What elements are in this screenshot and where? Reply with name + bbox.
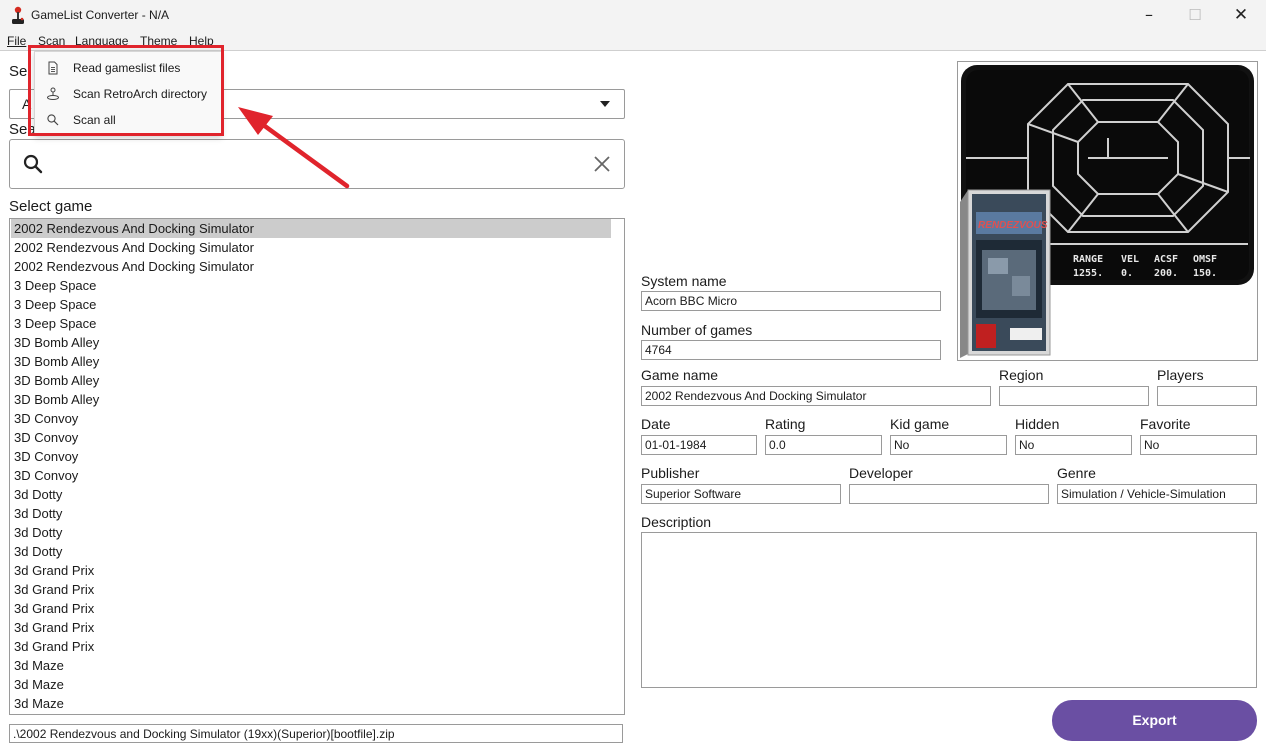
minimize-button[interactable]: – bbox=[1126, 0, 1172, 32]
search-input[interactable] bbox=[9, 139, 625, 189]
num-games-label: Number of games bbox=[641, 322, 753, 338]
game-image: RANGE VEL ACSF OMSF 1255. 0. 200. 150. R… bbox=[957, 61, 1258, 361]
system-name-field[interactable]: Acorn BBC Micro bbox=[641, 291, 941, 311]
game-list-item[interactable]: 3D Convoy bbox=[11, 409, 611, 428]
publisher-field[interactable]: Superior Software bbox=[641, 484, 841, 504]
hud-header-omsf: OMSF bbox=[1193, 254, 1217, 265]
hidden-label: Hidden bbox=[1015, 416, 1060, 432]
game-list-item[interactable]: 3d Grand Prix bbox=[11, 561, 611, 580]
game-list-item[interactable]: 3d Maze bbox=[11, 675, 611, 694]
rating-field[interactable]: 0.0 bbox=[765, 435, 882, 455]
window-title: GameList Converter - N/A bbox=[31, 8, 170, 22]
system-name-label: System name bbox=[641, 273, 727, 289]
genre-field[interactable]: Simulation / Vehicle-Simulation bbox=[1057, 484, 1257, 504]
game-screenshot: RANGE VEL ACSF OMSF 1255. 0. 200. 150. R… bbox=[960, 65, 1254, 358]
rom-path-field[interactable]: .\2002 Rendezvous and Docking Simulator … bbox=[9, 724, 623, 743]
developer-field[interactable] bbox=[849, 484, 1049, 504]
num-games-field[interactable]: 4764 bbox=[641, 340, 941, 360]
game-list-item[interactable]: 3 Deep Space bbox=[11, 276, 611, 295]
rating-label: Rating bbox=[765, 416, 806, 432]
annotation-highlight-box bbox=[28, 45, 224, 136]
game-list-item[interactable]: 3D Bomb Alley bbox=[11, 352, 611, 371]
select-game-label: Select game bbox=[9, 198, 93, 215]
game-list-item[interactable]: 3d Dotty bbox=[11, 504, 611, 523]
hud-header-vel: VEL bbox=[1121, 254, 1139, 265]
game-list-item[interactable]: 3d Maze bbox=[11, 656, 611, 675]
game-list-item[interactable]: 3d Dotty bbox=[11, 485, 611, 504]
joystick-icon bbox=[12, 6, 24, 24]
hidden-field[interactable]: No bbox=[1015, 435, 1132, 455]
publisher-label: Publisher bbox=[641, 465, 700, 481]
menu-file[interactable]: File bbox=[7, 34, 26, 48]
genre-label: Genre bbox=[1057, 465, 1096, 481]
game-list-item[interactable]: 3d Grand Prix bbox=[11, 580, 611, 599]
developer-label: Developer bbox=[849, 465, 913, 481]
kid-game-field[interactable]: No bbox=[890, 435, 1007, 455]
game-list-item[interactable]: 2002 Rendezvous And Docking Simulator bbox=[11, 257, 611, 276]
game-list-item[interactable]: 3d Maze bbox=[11, 694, 611, 713]
game-list-item[interactable]: 2002 Rendezvous And Docking Simulator bbox=[11, 219, 611, 238]
game-name-field[interactable]: 2002 Rendezvous And Docking Simulator bbox=[641, 386, 991, 406]
game-list-item[interactable]: 3D Convoy bbox=[11, 466, 611, 485]
game-list[interactable]: 2002 Rendezvous And Docking Simulator 200… bbox=[9, 218, 625, 715]
kid-game-label: Kid game bbox=[890, 416, 950, 432]
hud-header-acsf: ACSF bbox=[1154, 254, 1178, 265]
game-list-item[interactable]: 3d Grand Prix bbox=[11, 618, 611, 637]
players-label: Players bbox=[1157, 367, 1204, 383]
hud-value-omsf: 150. bbox=[1193, 268, 1217, 279]
maximize-button[interactable]: ☐ bbox=[1172, 0, 1218, 32]
close-button[interactable]: ✕ bbox=[1218, 0, 1264, 32]
game-list-item[interactable]: 3d Dotty bbox=[11, 523, 611, 542]
search-icon bbox=[23, 154, 43, 174]
hud-value-acsf: 200. bbox=[1154, 268, 1178, 279]
game-list-item[interactable]: 3 Deep Space bbox=[11, 295, 611, 314]
game-list-item[interactable]: 3d Grand Prix bbox=[11, 637, 611, 656]
hud-value-vel: 0. bbox=[1121, 268, 1133, 279]
description-label: Description bbox=[641, 514, 712, 530]
date-label: Date bbox=[641, 416, 671, 432]
date-field[interactable]: 01-01-1984 bbox=[641, 435, 757, 455]
game-list-item[interactable]: 3d Grand Prix bbox=[11, 599, 611, 618]
game-list-item[interactable]: 3D Bomb Alley bbox=[11, 333, 611, 352]
description-field[interactable] bbox=[641, 532, 1257, 688]
box-title: RENDEZVOUS bbox=[978, 220, 1048, 231]
box-art: RENDEZVOUS bbox=[960, 189, 1051, 358]
region-label: Region bbox=[999, 367, 1044, 383]
chevron-down-icon bbox=[600, 101, 610, 107]
game-list-item[interactable]: 2002 Rendezvous And Docking Simulator bbox=[11, 238, 611, 257]
game-list-item[interactable]: 3D Bomb Alley bbox=[11, 390, 611, 409]
game-list-item[interactable]: 3 Deep Space bbox=[11, 314, 611, 333]
region-field[interactable] bbox=[999, 386, 1149, 406]
favorite-field[interactable]: No bbox=[1140, 435, 1257, 455]
favorite-label: Favorite bbox=[1140, 416, 1191, 432]
game-list-item[interactable]: 3d Dotty bbox=[11, 542, 611, 561]
game-list-item[interactable]: 3D Convoy bbox=[11, 447, 611, 466]
game-list-item[interactable]: 3D Bomb Alley bbox=[11, 371, 611, 390]
game-list-item[interactable]: 3D Convoy bbox=[11, 428, 611, 447]
players-field[interactable] bbox=[1157, 386, 1257, 406]
close-icon[interactable] bbox=[592, 154, 612, 174]
hud-value-range: 1255. bbox=[1073, 268, 1103, 279]
export-button[interactable]: Export bbox=[1052, 700, 1257, 741]
game-name-label: Game name bbox=[641, 367, 719, 383]
title-bar: GameList Converter - N/A – ☐ ✕ bbox=[0, 0, 1266, 32]
hud-header-range: RANGE bbox=[1073, 254, 1103, 265]
